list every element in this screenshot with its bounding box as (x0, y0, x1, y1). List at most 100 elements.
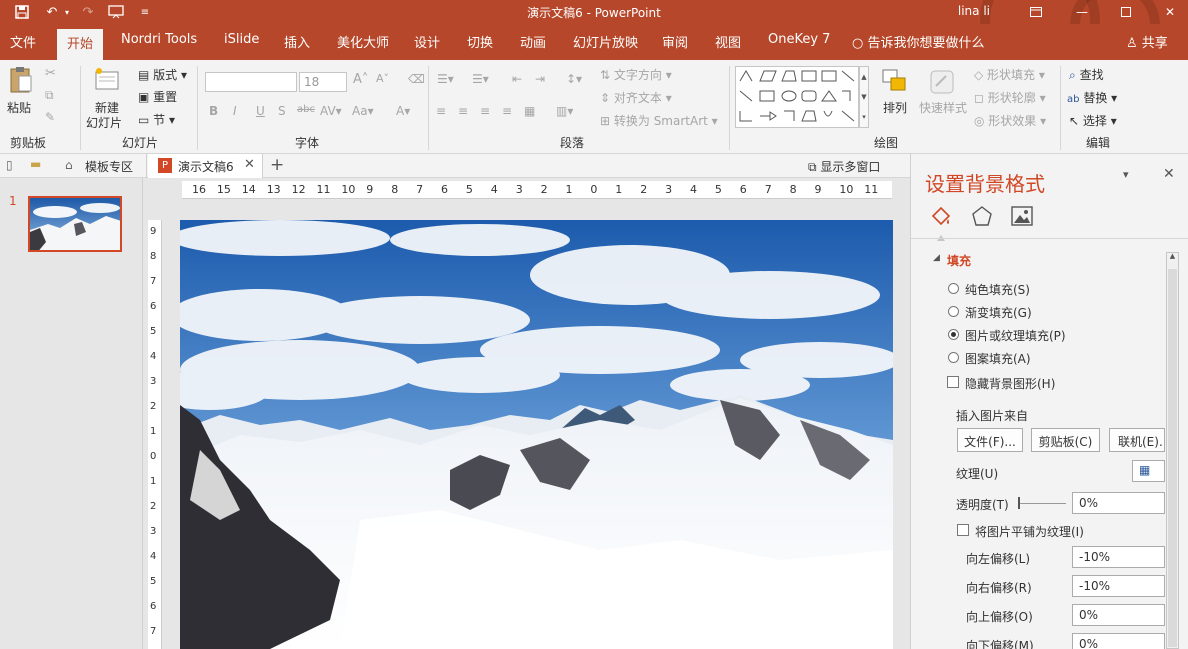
pane-close-icon[interactable]: ✕ (1163, 166, 1175, 182)
shape-effects-button[interactable]: ◎ 形状效果 ▾ (974, 112, 1046, 129)
pane-scrollbar[interactable]: ▲ (1166, 252, 1179, 649)
replace-button[interactable]: ab 替换 ▾ (1067, 89, 1117, 106)
bold-icon[interactable]: B (209, 104, 218, 118)
scroll-up-icon[interactable]: ▲ (1166, 252, 1179, 265)
line-spacing-icon[interactable]: ↕▾ (566, 72, 582, 86)
pane-options-icon[interactable]: ▾ (1123, 168, 1129, 181)
new-slide-label-2[interactable]: 幻灯片 (86, 114, 122, 131)
tile-checkbox[interactable] (957, 524, 969, 536)
ribbon-display-icon[interactable] (1026, 2, 1046, 22)
distribute-icon[interactable]: ▦ (524, 104, 535, 118)
close-tab-icon[interactable]: ✕ (244, 157, 255, 172)
pattern-fill-radio[interactable] (948, 352, 959, 363)
pattern-fill-label[interactable]: 图案填充(A) (965, 350, 1031, 367)
section-button[interactable]: ▭ 节 ▾ (138, 111, 175, 128)
numbering-icon[interactable]: ☰▾ (472, 72, 489, 86)
text-direction-button[interactable]: ⇅ 文字方向 ▾ (600, 66, 672, 83)
tab-slideshow[interactable]: 幻灯片放映 (573, 32, 638, 54)
copy-icon[interactable]: ⧉ (45, 88, 54, 103)
justify-icon[interactable]: ≡ (502, 104, 512, 118)
offset-bottom-input[interactable]: 0% (1072, 633, 1165, 649)
tab-current-doc[interactable]: P 演示文稿6 ✕ (148, 154, 263, 178)
tab-onekey[interactable]: OneKey 7 (768, 32, 830, 54)
transparency-slider-track[interactable] (1020, 503, 1066, 504)
font-color-icon[interactable]: A▾ (396, 104, 410, 118)
font-name-combo[interactable] (205, 72, 297, 92)
offset-left-input[interactable]: -10% (1072, 546, 1165, 568)
effects-icon[interactable] (970, 204, 994, 228)
tell-me-box[interactable]: ○ 告诉我你想要做什么 (852, 32, 985, 54)
tab-beautify-master[interactable]: 美化大师 (337, 32, 389, 54)
fill-icon[interactable] (929, 204, 953, 228)
restore-icon[interactable] (1116, 2, 1136, 22)
picture-icon[interactable] (1010, 204, 1034, 228)
share-button[interactable]: ♙ 共享 (1126, 32, 1168, 54)
quick-styles-button[interactable]: 快速样式 (919, 99, 967, 116)
clear-format-icon[interactable]: ⌫ (408, 72, 425, 86)
add-tab-icon[interactable]: + (270, 155, 284, 175)
gallery-scroll[interactable]: ▲ ▼ ▾ (859, 66, 869, 128)
gradient-fill-label[interactable]: 渐变填充(G) (965, 304, 1032, 321)
hide-background-checkbox[interactable] (947, 376, 959, 388)
strikethrough-icon[interactable]: abc (297, 104, 315, 115)
tile-label[interactable]: 将图片平铺为纹理(I) (975, 523, 1084, 540)
tab-file[interactable]: 文件 (10, 32, 36, 54)
font-size-combo[interactable]: 18 (299, 72, 347, 92)
file-button[interactable]: 文件(F)... (957, 428, 1023, 452)
slide-thumbnail[interactable] (28, 196, 122, 252)
arrange-button[interactable]: 排列 (883, 99, 907, 116)
tab-home[interactable]: 开始 (57, 29, 104, 60)
online-button[interactable]: 联机(E)... (1109, 428, 1165, 452)
increase-indent-icon[interactable]: ⇥ (535, 72, 545, 86)
tab-view[interactable]: 视图 (715, 32, 741, 54)
new-file-icon[interactable]: ▯ (6, 158, 13, 172)
close-icon[interactable]: ✕ (1160, 2, 1180, 22)
picture-fill-radio[interactable] (948, 329, 959, 340)
tab-animations[interactable]: 动画 (520, 32, 546, 54)
decrease-indent-icon[interactable]: ⇤ (512, 72, 522, 86)
cut-icon[interactable]: ✂ (45, 66, 56, 81)
minimize-icon[interactable]: — (1072, 2, 1092, 22)
new-slide-icon[interactable] (93, 66, 121, 94)
shadow-icon[interactable]: S (278, 104, 286, 118)
shrink-font-icon[interactable]: A˅ (376, 72, 389, 85)
picture-fill-label[interactable]: 图片或纹理填充(P) (965, 327, 1066, 344)
align-center-icon[interactable]: ≡ (458, 104, 468, 118)
solid-fill-label[interactable]: 纯色填充(S) (965, 281, 1030, 298)
shape-outline-button[interactable]: ◻ 形状轮廓 ▾ (974, 89, 1046, 106)
solid-fill-radio[interactable] (948, 283, 959, 294)
slide-canvas[interactable] (180, 220, 893, 649)
align-right-icon[interactable]: ≡ (480, 104, 490, 118)
char-spacing-icon[interactable]: AV▾ (320, 104, 342, 118)
reset-button[interactable]: ▣ 重置 (138, 88, 177, 105)
clipboard-button[interactable]: 剪贴板(C) (1031, 428, 1100, 452)
align-text-button[interactable]: ⇕ 对齐文本 ▾ (600, 89, 672, 106)
texture-picker[interactable]: ▦ (1132, 460, 1165, 482)
tab-insert[interactable]: 插入 (284, 32, 310, 54)
offset-right-input[interactable]: -10% (1072, 575, 1165, 597)
arrange-icon[interactable] (880, 68, 910, 96)
shapes-gallery[interactable] (735, 66, 859, 128)
tab-islide[interactable]: iSlide (224, 32, 259, 54)
italic-icon[interactable]: I (233, 104, 237, 118)
tab-template[interactable]: ⌂ 模板专区 (55, 154, 147, 178)
columns-icon[interactable]: ▥▾ (556, 104, 573, 118)
smartart-button[interactable]: ⊞ 转换为 SmartArt ▾ (600, 112, 718, 129)
layout-button[interactable]: ▤ 版式 ▾ (138, 66, 187, 83)
offset-top-input[interactable]: 0% (1072, 604, 1165, 626)
select-button[interactable]: ↖ 选择 ▾ (1069, 112, 1117, 129)
tab-review[interactable]: 审阅 (662, 32, 688, 54)
tab-nordri-tools[interactable]: Nordri Tools (121, 32, 197, 54)
format-painter-icon[interactable]: ✎ (45, 110, 55, 124)
paste-icon[interactable] (8, 66, 34, 94)
align-left-icon[interactable]: ≡ (436, 104, 446, 118)
quick-styles-icon[interactable] (928, 68, 956, 96)
bullets-icon[interactable]: ☰▾ (437, 72, 454, 86)
multi-window-button[interactable]: ⧉ 显示多窗口 (808, 158, 880, 175)
transparency-input[interactable]: 0% (1072, 492, 1165, 514)
collapse-icon[interactable]: ◢ (933, 253, 940, 263)
hide-background-label[interactable]: 隐藏背景图形(H) (965, 375, 1055, 392)
scroll-thumb[interactable] (1168, 269, 1177, 647)
change-case-icon[interactable]: Aa▾ (352, 104, 374, 118)
fill-section-header[interactable]: 填充 (947, 252, 971, 269)
